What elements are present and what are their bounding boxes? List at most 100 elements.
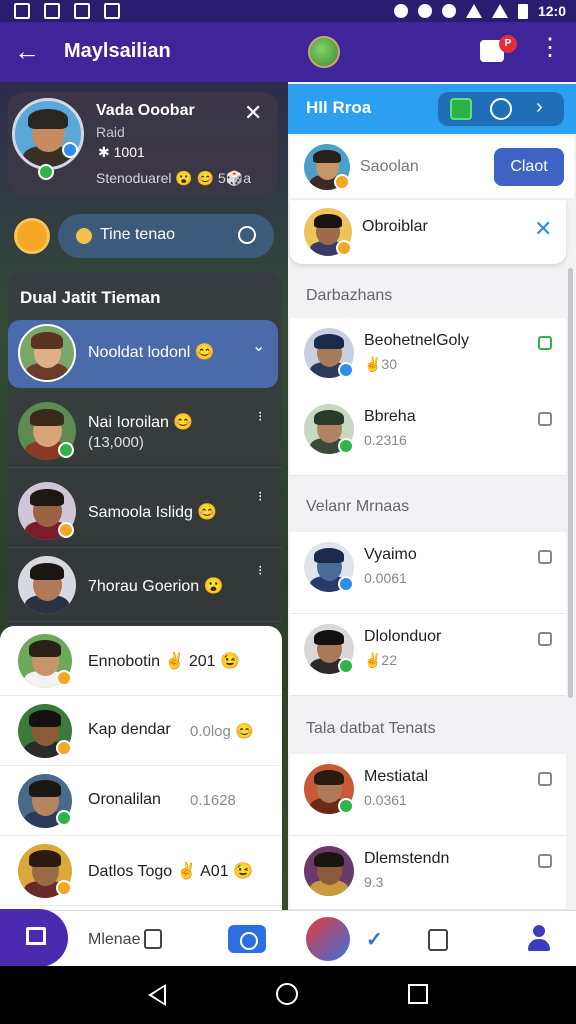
search-row: Saoolan Claot [290,136,574,198]
avatar[interactable] [306,917,350,961]
left-list: Ennobotin ✌ 201 😉 Kap dendar 0.0log 😊 Or… [0,626,282,910]
section-title: Tala datbat Tenats [306,720,436,737]
list-item-value: 0.0log 😊 [190,723,254,740]
battery-icon [517,3,528,19]
list-item[interactable]: BeohetnelGoly ✌30 [290,318,566,400]
friend-row[interactable]: Samoola Islidg 😊 ⁝ [8,476,282,548]
friends-header: Dual Jatit Tieman [20,288,161,307]
more-icon[interactable]: ⁝ [258,408,262,425]
friend-name: 7horau Goerion 😮 [88,578,224,595]
list-item[interactable]: Mestiatal 0.0361 [290,754,566,836]
sync-icon [393,4,408,18]
status-pill-text: Tine tenao [100,226,176,243]
list-item-value: 0.0361 [364,792,407,808]
vibrate-icon [441,4,456,18]
wifi-icon [465,4,482,18]
checkbox[interactable] [538,550,552,564]
close-icon[interactable]: ✕ [534,216,552,242]
profile-score: ✱ 1001 [98,144,145,160]
back-arrow-icon[interactable]: ← [14,36,40,67]
checkbox[interactable] [538,412,552,426]
more-icon[interactable]: ⁝ [258,488,262,505]
signal-icon [491,4,508,18]
avatar [18,556,76,614]
chat-badge: P [499,35,517,53]
coin-icon[interactable] [14,218,50,254]
bottom-nav: Mlenae ✓ [0,909,576,967]
back-icon[interactable] [148,984,166,1006]
nav-label[interactable]: Mlenae [88,931,140,949]
play-icon[interactable] [238,226,256,244]
home-icon [26,927,46,945]
more-icon[interactable]: ⋮ [538,36,562,60]
list-item-value: 0.2316 [364,432,407,448]
checkbox[interactable] [538,336,552,350]
lock-icon[interactable] [144,929,162,949]
profile-name: Vada Ooobar [96,102,195,119]
list-item-label: Vyaimo [364,546,417,563]
checkbox[interactable] [538,854,552,868]
friend-name: Nai Ioroilan 😊 [88,414,194,431]
notification-icon [104,3,120,19]
close-icon[interactable]: ✕ [244,100,262,126]
online-badge [38,164,54,180]
nav-home[interactable] [0,909,68,967]
status-pill[interactable]: Tine tenao [58,214,274,258]
status-badge [58,522,74,538]
avatar [18,324,76,382]
status-badge [56,880,72,896]
friend-row[interactable]: 7horau Goerion 😮 ⁝ [8,550,282,622]
friend-sub: (13,000) [88,434,144,451]
online-badge [338,438,354,454]
alarm-icon [417,4,432,18]
list-item[interactable]: Dlemstendn 9.3 [290,836,566,910]
chevron-down-icon[interactable]: ⌄ [252,336,265,356]
more-icon[interactable]: ⁝ [258,562,262,579]
gamepad-icon[interactable] [228,925,266,953]
pinned-row[interactable]: Obroiblar ✕ [290,200,566,264]
gallery-icon[interactable] [450,98,472,120]
scrollbar[interactable] [568,268,573,698]
search-button[interactable]: Claot [494,148,564,186]
toolbar: › [438,92,564,126]
list-item[interactable]: Kap dendar 0.0log 😊 [0,696,282,766]
friends-panel: Dual Jatit Tieman Nooldat lodonl 😊 ⌄ Nai… [8,272,282,626]
home-button-icon[interactable] [276,983,298,1005]
status-badge [334,174,350,190]
avatar [304,846,354,896]
settings-icon[interactable] [490,98,512,120]
list-item-value: ✌30 [364,356,398,372]
checkbox[interactable] [538,772,552,786]
online-badge [58,442,74,458]
list-item[interactable]: Oronalilan 0.1628 [0,766,282,836]
check-icon[interactable]: ✓ [366,927,383,952]
online-badge [338,798,354,814]
online-badge [56,810,72,826]
search-label[interactable]: Saoolan [360,158,419,176]
chevron-right-icon[interactable]: › [536,96,543,119]
list-item[interactable]: Ennobotin ✌ 201 😉 [0,626,282,696]
friend-row-selected[interactable]: Nooldat lodonl 😊 ⌄ [8,320,278,388]
status-badge [56,740,72,756]
checkbox[interactable] [538,632,552,646]
lock-icon[interactable] [428,929,448,951]
recents-icon[interactable] [408,984,428,1004]
list-item[interactable]: Vyaimo 0.0061 [290,532,566,614]
list-item-label: Ennobotin ✌ 201 😉 [88,653,240,670]
list-item-label: Mestiatal [364,768,429,785]
list-item[interactable]: Datlos Togo ✌ A01 😉 [0,836,282,906]
verified-icon [62,142,78,158]
app-title: Maylsailian [64,40,171,62]
profile-card[interactable]: Vada Ooobar Raid ✱ 1001 Stenoduarel 😮 😊 … [8,92,278,196]
pinned-label: Obroiblar [362,218,428,235]
friend-row[interactable]: Nai Ioroilan 😊 (13,000) ⁝ [8,396,282,468]
image-icon [74,3,90,19]
status-time: 12:0 [537,3,566,19]
list-item-label: Datlos Togo ✌ A01 😉 [88,863,253,880]
list-item[interactable]: Bbreha 0.2316 [290,394,566,476]
list-item-label: Kap dendar [88,721,171,738]
profile-icon[interactable] [528,925,550,951]
emoji-icon [76,228,92,244]
profile-status: Stenoduarel 😮 😊 5🎲a [96,170,252,186]
list-item[interactable]: Dlolonduor ✌22 [290,614,566,696]
